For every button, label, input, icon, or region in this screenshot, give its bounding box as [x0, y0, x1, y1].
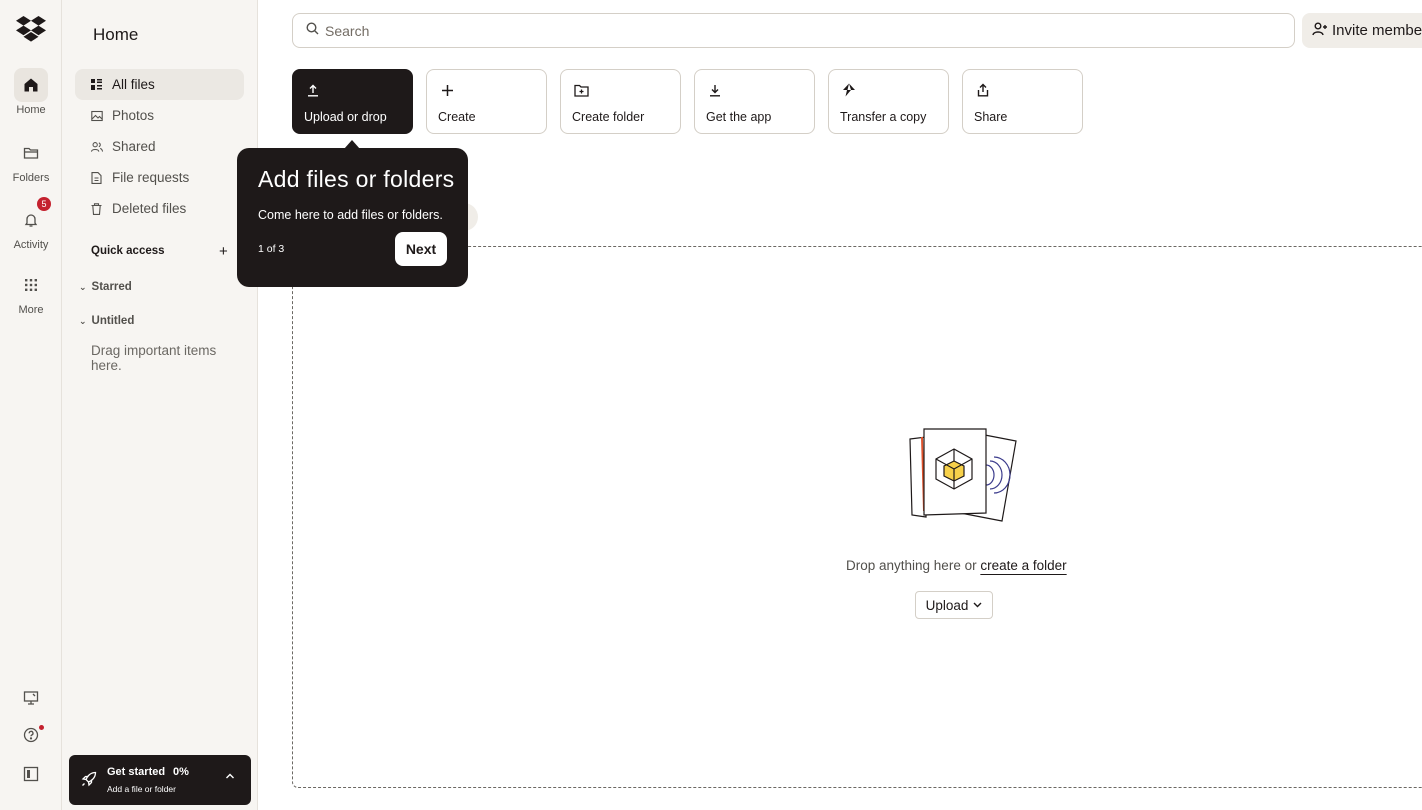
upload-label: Upload [925, 597, 969, 613]
chevron-down-icon: ⌄ [79, 281, 87, 292]
upload-dropdown-button[interactable]: Upload [915, 591, 993, 619]
action-label: Get the app [706, 110, 772, 124]
sidebar-item-shared[interactable]: Shared [75, 131, 244, 162]
search-placeholder: Search [325, 22, 370, 39]
search-icon [306, 21, 319, 40]
get-started-title: Get started [107, 766, 166, 778]
create-folder-button[interactable]: Create folder [560, 69, 681, 134]
section-starred[interactable]: ⌄ Starred [79, 281, 132, 293]
chevron-down-icon: ⌄ [79, 315, 87, 326]
search-input[interactable]: Search [292, 13, 1295, 48]
drop-instructions: Drop anything here or create a folder [846, 558, 1067, 573]
action-label: Transfer a copy [840, 110, 927, 124]
sidebar: Home All files Photos Shared File reques… [62, 0, 258, 810]
activity-badge: 5 [37, 197, 51, 211]
action-label: Share [974, 110, 1008, 124]
transfer-a-copy-button[interactable]: Transfer a copy [828, 69, 949, 134]
rail-label: More [18, 304, 44, 316]
shared-icon [91, 141, 103, 153]
upload-or-drop-button[interactable]: Upload or drop [292, 69, 413, 134]
tooltip-next-button[interactable]: Next [395, 232, 447, 266]
sidebar-toggle-icon[interactable] [0, 766, 62, 782]
tooltip-step: 1 of 3 [258, 243, 285, 255]
chevron-down-icon [973, 600, 982, 610]
create-button[interactable]: Create [426, 69, 547, 134]
action-label: Create [438, 110, 476, 124]
help-icon[interactable] [0, 725, 62, 743]
action-label: Upload or drop [304, 110, 387, 124]
transfer-icon [841, 82, 857, 98]
files-icon [91, 79, 103, 91]
file-request-icon [91, 171, 103, 184]
rail-item-activity[interactable]: 5 Activity [0, 197, 62, 251]
upload-icon [305, 82, 321, 98]
download-icon [707, 82, 723, 98]
rail-item-folders[interactable]: Folders [0, 136, 62, 184]
rocket-icon [81, 771, 97, 792]
sidebar-item-label: File requests [112, 170, 190, 185]
rail-label: Home [16, 104, 46, 116]
quick-access-heading: Quick access [91, 245, 165, 257]
trash-icon [91, 202, 103, 215]
rail-label: Activity [13, 239, 49, 251]
tooltip-title: Add files or folders [258, 166, 455, 192]
section-label: Untitled [91, 315, 135, 327]
folder-icon [14, 136, 48, 170]
user-plus-icon [1312, 22, 1327, 40]
get-started-progress: 0% [173, 766, 189, 778]
dropbox-logo-icon[interactable] [16, 16, 46, 44]
chevron-up-icon[interactable] [225, 771, 235, 783]
drop-zone[interactable] [292, 246, 1422, 788]
get-started-subtitle: Add a file or folder [107, 784, 176, 794]
sidebar-title: Home [93, 25, 139, 44]
drop-text: Drop anything here or [846, 558, 977, 573]
home-icon [14, 68, 48, 102]
rail-item-home[interactable]: Home [0, 68, 62, 116]
add-quick-access-plus-icon[interactable]: + [219, 243, 228, 260]
sidebar-item-label: Shared [112, 139, 156, 154]
onboarding-tooltip: Add files or folders Come here to add fi… [237, 148, 468, 287]
invite-members-button[interactable]: Invite members [1302, 13, 1422, 48]
sidebar-item-label: Photos [112, 108, 155, 123]
plus-icon [439, 82, 455, 98]
sidebar-item-file-requests[interactable]: File requests [75, 162, 244, 193]
drag-hint-text: Drag important items here. [91, 343, 217, 373]
rail-item-more[interactable]: More [0, 268, 62, 316]
help-notification-dot [39, 725, 44, 730]
get-the-app-button[interactable]: Get the app [694, 69, 815, 134]
photo-icon [91, 110, 103, 122]
folder-plus-icon [573, 82, 589, 98]
tooltip-body: Come here to add files or folders. [258, 208, 443, 222]
invite-label: Invite members [1332, 22, 1422, 39]
desktop-app-icon[interactable] [0, 690, 62, 706]
sidebar-item-label: All files [112, 77, 155, 92]
share-icon [975, 82, 991, 98]
section-label: Starred [91, 281, 132, 293]
action-label: Create folder [572, 110, 645, 124]
app-rail: Home Folders 5 Activity More [0, 0, 62, 810]
get-started-panel[interactable]: Get started 0% Add a file or folder [69, 755, 251, 805]
share-button[interactable]: Share [962, 69, 1083, 134]
sidebar-item-all-files[interactable]: All files [75, 69, 244, 100]
sidebar-item-deleted-files[interactable]: Deleted files [75, 193, 244, 224]
grid-icon [14, 268, 48, 302]
create-folder-link[interactable]: create a folder [980, 558, 1066, 573]
rail-label: Folders [12, 172, 50, 184]
sidebar-item-label: Deleted files [112, 201, 187, 216]
files-illustration [906, 425, 1020, 530]
section-untitled[interactable]: ⌄ Untitled [79, 315, 134, 327]
sidebar-item-photos[interactable]: Photos [75, 100, 244, 131]
